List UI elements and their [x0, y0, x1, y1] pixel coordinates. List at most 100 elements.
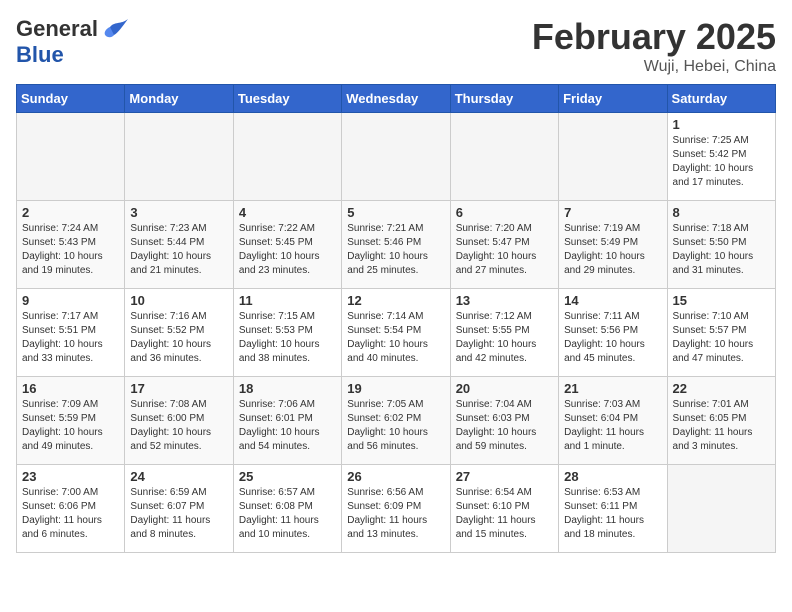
calendar-week-4: 16 Sunrise: 7:09 AM Sunset: 5:59 PM Dayli… — [17, 377, 776, 465]
day-info: Sunrise: 7:18 AM Sunset: 5:50 PM Dayligh… — [673, 222, 770, 278]
calendar-cell: 24 Sunrise: 6:59 AM Sunset: 6:07 PM Dayli… — [125, 465, 233, 553]
calendar-cell — [17, 113, 125, 201]
calendar-cell: 22 Sunrise: 7:01 AM Sunset: 6:05 PM Dayli… — [667, 377, 775, 465]
calendar-week-3: 9Sunrise: 7:17 AM Sunset: 5:51 PM Daylig… — [17, 289, 776, 377]
day-info: Sunrise: 6:57 AM Sunset: 6:08 PM Dayligh… — [239, 486, 336, 542]
weekday-header-wednesday: Wednesday — [342, 85, 450, 113]
day-info: Sunrise: 7:24 AM Sunset: 5:43 PM Dayligh… — [22, 222, 119, 278]
calendar-cell: 3 Sunrise: 7:23 AM Sunset: 5:44 PM Daylig… — [125, 201, 233, 289]
day-number: 18 — [239, 381, 336, 396]
calendar-cell: 15 Sunrise: 7:10 AM Sunset: 5:57 PM Dayli… — [667, 289, 775, 377]
day-info: Sunrise: 7:11 AM Sunset: 5:56 PM Dayligh… — [564, 310, 661, 366]
day-info: Sunrise: 7:12 AM Sunset: 5:55 PM Dayligh… — [456, 310, 553, 366]
day-info: Sunrise: 7:22 AM Sunset: 5:45 PM Dayligh… — [239, 222, 336, 278]
day-number: 9 — [22, 293, 119, 308]
day-number: 5 — [347, 205, 444, 220]
calendar-cell: 7 Sunrise: 7:19 AM Sunset: 5:49 PM Daylig… — [559, 201, 667, 289]
calendar-cell: 9Sunrise: 7:17 AM Sunset: 5:51 PM Daylig… — [17, 289, 125, 377]
calendar-week-5: 23 Sunrise: 7:00 AM Sunset: 6:06 PM Dayli… — [17, 465, 776, 553]
calendar-cell — [450, 113, 558, 201]
calendar-cell: 16 Sunrise: 7:09 AM Sunset: 5:59 PM Dayli… — [17, 377, 125, 465]
calendar-cell: 1 Sunrise: 7:25 AM Sunset: 5:42 PM Daylig… — [667, 113, 775, 201]
logo-general-text: General — [16, 16, 98, 42]
day-number: 13 — [456, 293, 553, 308]
day-info: Sunrise: 7:16 AM Sunset: 5:52 PM Dayligh… — [130, 310, 227, 366]
day-info: Sunrise: 7:14 AM Sunset: 5:54 PM Dayligh… — [347, 310, 444, 366]
calendar-cell: 17 Sunrise: 7:08 AM Sunset: 6:00 PM Dayli… — [125, 377, 233, 465]
calendar-cell: 10 Sunrise: 7:16 AM Sunset: 5:52 PM Dayli… — [125, 289, 233, 377]
day-info: Sunrise: 7:25 AM Sunset: 5:42 PM Dayligh… — [673, 134, 770, 190]
day-number: 24 — [130, 469, 227, 484]
calendar-table: SundayMondayTuesdayWednesdayThursdayFrid… — [16, 84, 776, 553]
calendar-cell: 21Sunrise: 7:03 AM Sunset: 6:04 PM Dayli… — [559, 377, 667, 465]
calendar-cell: 5 Sunrise: 7:21 AM Sunset: 5:46 PM Daylig… — [342, 201, 450, 289]
weekday-header-monday: Monday — [125, 85, 233, 113]
calendar-header-row: SundayMondayTuesdayWednesdayThursdayFrid… — [17, 85, 776, 113]
day-number: 23 — [22, 469, 119, 484]
weekday-header-tuesday: Tuesday — [233, 85, 341, 113]
day-info: Sunrise: 7:05 AM Sunset: 6:02 PM Dayligh… — [347, 398, 444, 454]
calendar-cell: 20 Sunrise: 7:04 AM Sunset: 6:03 PM Dayli… — [450, 377, 558, 465]
calendar-cell — [667, 465, 775, 553]
day-number: 7 — [564, 205, 661, 220]
calendar-cell: 4Sunrise: 7:22 AM Sunset: 5:45 PM Daylig… — [233, 201, 341, 289]
day-info: Sunrise: 7:08 AM Sunset: 6:00 PM Dayligh… — [130, 398, 227, 454]
day-info: Sunrise: 7:19 AM Sunset: 5:49 PM Dayligh… — [564, 222, 661, 278]
weekday-header-saturday: Saturday — [667, 85, 775, 113]
logo-bird-icon — [100, 17, 130, 41]
calendar-cell: 2 Sunrise: 7:24 AM Sunset: 5:43 PM Daylig… — [17, 201, 125, 289]
day-info: Sunrise: 7:03 AM Sunset: 6:04 PM Dayligh… — [564, 398, 661, 454]
calendar-cell: 14 Sunrise: 7:11 AM Sunset: 5:56 PM Dayli… — [559, 289, 667, 377]
location-title: Wuji, Hebei, China — [532, 58, 776, 76]
calendar-cell: 27Sunrise: 6:54 AM Sunset: 6:10 PM Dayli… — [450, 465, 558, 553]
day-info: Sunrise: 7:00 AM Sunset: 6:06 PM Dayligh… — [22, 486, 119, 542]
day-number: 20 — [456, 381, 553, 396]
day-number: 28 — [564, 469, 661, 484]
day-info: Sunrise: 6:56 AM Sunset: 6:09 PM Dayligh… — [347, 486, 444, 542]
calendar-cell: 11 Sunrise: 7:15 AM Sunset: 5:53 PM Dayli… — [233, 289, 341, 377]
day-number: 17 — [130, 381, 227, 396]
day-number: 11 — [239, 293, 336, 308]
calendar-cell: 18Sunrise: 7:06 AM Sunset: 6:01 PM Dayli… — [233, 377, 341, 465]
calendar-cell: 8 Sunrise: 7:18 AM Sunset: 5:50 PM Daylig… — [667, 201, 775, 289]
day-info: Sunrise: 7:09 AM Sunset: 5:59 PM Dayligh… — [22, 398, 119, 454]
calendar-cell: 25 Sunrise: 6:57 AM Sunset: 6:08 PM Dayli… — [233, 465, 341, 553]
month-title: February 2025 — [532, 16, 776, 58]
calendar-cell: 6Sunrise: 7:20 AM Sunset: 5:47 PM Daylig… — [450, 201, 558, 289]
day-info: Sunrise: 6:53 AM Sunset: 6:11 PM Dayligh… — [564, 486, 661, 542]
calendar-cell: 26 Sunrise: 6:56 AM Sunset: 6:09 PM Dayli… — [342, 465, 450, 553]
day-info: Sunrise: 7:23 AM Sunset: 5:44 PM Dayligh… — [130, 222, 227, 278]
day-info: Sunrise: 7:21 AM Sunset: 5:46 PM Dayligh… — [347, 222, 444, 278]
day-number: 22 — [673, 381, 770, 396]
logo: General Blue — [16, 16, 130, 68]
day-info: Sunrise: 7:01 AM Sunset: 6:05 PM Dayligh… — [673, 398, 770, 454]
day-number: 25 — [239, 469, 336, 484]
day-info: Sunrise: 7:10 AM Sunset: 5:57 PM Dayligh… — [673, 310, 770, 366]
calendar-cell: 28 Sunrise: 6:53 AM Sunset: 6:11 PM Dayli… — [559, 465, 667, 553]
calendar-week-1: 1 Sunrise: 7:25 AM Sunset: 5:42 PM Daylig… — [17, 113, 776, 201]
day-info: Sunrise: 6:54 AM Sunset: 6:10 PM Dayligh… — [456, 486, 553, 542]
weekday-header-friday: Friday — [559, 85, 667, 113]
page-header: General Blue February 2025 Wuji, Hebei, … — [16, 16, 776, 76]
day-number: 10 — [130, 293, 227, 308]
calendar-cell — [559, 113, 667, 201]
day-info: Sunrise: 6:59 AM Sunset: 6:07 PM Dayligh… — [130, 486, 227, 542]
day-info: Sunrise: 7:15 AM Sunset: 5:53 PM Dayligh… — [239, 310, 336, 366]
calendar-cell: 23 Sunrise: 7:00 AM Sunset: 6:06 PM Dayli… — [17, 465, 125, 553]
day-number: 3 — [130, 205, 227, 220]
day-number: 12 — [347, 293, 444, 308]
weekday-header-sunday: Sunday — [17, 85, 125, 113]
day-number: 2 — [22, 205, 119, 220]
calendar-cell — [125, 113, 233, 201]
calendar-cell — [233, 113, 341, 201]
day-number: 14 — [564, 293, 661, 308]
day-info: Sunrise: 7:04 AM Sunset: 6:03 PM Dayligh… — [456, 398, 553, 454]
day-number: 26 — [347, 469, 444, 484]
day-number: 8 — [673, 205, 770, 220]
day-number: 1 — [673, 117, 770, 132]
calendar-cell: 19Sunrise: 7:05 AM Sunset: 6:02 PM Dayli… — [342, 377, 450, 465]
calendar-week-2: 2 Sunrise: 7:24 AM Sunset: 5:43 PM Daylig… — [17, 201, 776, 289]
day-number: 16 — [22, 381, 119, 396]
title-block: February 2025 Wuji, Hebei, China — [532, 16, 776, 76]
day-number: 15 — [673, 293, 770, 308]
